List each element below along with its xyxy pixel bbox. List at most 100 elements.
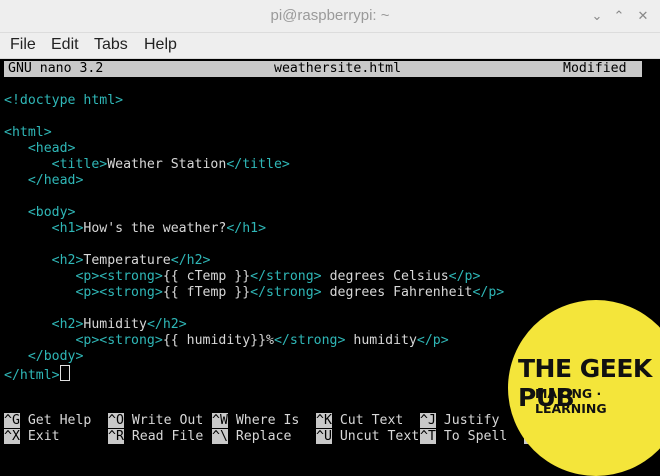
shortcut-key: ^\	[212, 429, 228, 444]
html-tag-token: </h2>	[146, 317, 187, 332]
window-titlebar: pi@raspberrypi: ~ ⌄ ⌃ ✕	[0, 0, 660, 33]
text-token: {{ humidity}}%	[162, 333, 274, 348]
shortcut-key: ^O	[108, 413, 124, 428]
code-line: <head>	[4, 141, 76, 157]
html-tag-token: <p><strong>	[75, 285, 163, 300]
code-line: <p><strong>{{ cTemp }}</strong> degrees …	[4, 269, 480, 285]
html-tag-token: <p><strong>	[75, 269, 163, 284]
text-token: {{ cTemp }}	[162, 269, 251, 284]
html-tag-token: <title>	[51, 157, 108, 172]
text-token: Weather Station	[107, 157, 227, 172]
shortcut-label: Exit	[19, 429, 60, 444]
html-tag-token: </strong>	[250, 285, 322, 300]
code-line: <!doctype html>	[4, 93, 123, 109]
shortcut-item[interactable]: ^U Uncut Text	[316, 429, 419, 445]
html-tag-token: <html>	[4, 125, 52, 140]
shortcut-label: Replace	[227, 429, 292, 444]
shortcut-key: ^J	[420, 413, 436, 428]
menu-bar: File Edit Tabs Help	[0, 33, 660, 59]
code-line: <title>Weather Station</title>	[4, 157, 290, 173]
code-line: </html>	[4, 365, 70, 383]
text-token: degrees Fahrenheit	[321, 285, 473, 300]
nano-modified-status: Modified	[563, 61, 627, 76]
menu-help[interactable]: Help	[144, 36, 177, 54]
shortcut-key: ^U	[316, 429, 332, 444]
html-tag-token: </html>	[4, 368, 60, 383]
html-tag-token: </h2>	[170, 253, 211, 268]
text-token: {{ fTemp }}	[162, 285, 251, 300]
shortcut-key: ^K	[316, 413, 332, 428]
text-token: humidity	[345, 333, 417, 348]
text-token: Temperature	[83, 253, 171, 268]
code-line: <p><strong>{{ humidity}}%</strong> humid…	[4, 333, 449, 349]
shortcut-item[interactable]: ^K Cut Text	[316, 413, 403, 429]
code-line: <h1>How's the weather?</h1>	[4, 221, 266, 237]
shortcut-label: Read File	[123, 429, 204, 444]
html-tag-token: </body>	[27, 349, 84, 364]
shortcut-item[interactable]: ^J Justify	[420, 413, 499, 429]
shortcut-key: ^X	[4, 429, 20, 444]
html-tag-token: </head>	[27, 173, 84, 188]
code-line: </body>	[4, 349, 84, 365]
code-line: <html>	[4, 125, 52, 141]
shortcut-key: ^T	[420, 429, 436, 444]
shortcut-key: ^R	[108, 429, 124, 444]
html-tag-token: <h2>	[51, 317, 84, 332]
html-tag-token: </p>	[472, 285, 505, 300]
code-line: <body>	[4, 205, 76, 221]
minimize-icon[interactable]: ⌄	[590, 9, 604, 23]
shortcut-item[interactable]: ^X Exit	[4, 429, 60, 445]
menu-edit[interactable]: Edit	[51, 36, 79, 54]
shortcut-item[interactable]: ^\ Replace	[212, 429, 291, 445]
shortcut-item[interactable]: ^T To Spell	[420, 429, 507, 445]
html-tag-token: <head>	[27, 141, 76, 156]
window-title: pi@raspberrypi: ~	[270, 7, 390, 24]
shortcut-label: Write Out	[123, 413, 204, 428]
html-tag-token: </h1>	[226, 221, 267, 236]
html-tag-token: </title>	[226, 157, 290, 172]
code-line: <h2>Humidity</h2>	[4, 317, 187, 333]
shortcut-label: Where Is	[227, 413, 300, 428]
shortcut-label: Uncut Text	[331, 429, 420, 444]
shortcut-item[interactable]: ^O Write Out	[108, 413, 203, 429]
text-token: How's the weather?	[83, 221, 227, 236]
close-icon[interactable]: ✕	[636, 9, 650, 23]
code-line: </head>	[4, 173, 84, 189]
logo-tagline: MAKING · LEARNING	[535, 386, 607, 416]
html-tag-token: <body>	[27, 205, 76, 220]
menu-file[interactable]: File	[10, 36, 36, 54]
text-token: degrees Celsius	[321, 269, 449, 284]
nano-version: GNU nano 3.2	[8, 61, 104, 76]
html-tag-token: </strong>	[250, 269, 322, 284]
html-tag-token: </strong>	[273, 333, 346, 348]
html-tag-token: <h2>	[51, 253, 84, 268]
text-cursor	[59, 365, 70, 381]
text-token: Humidity	[83, 317, 147, 332]
menu-tabs[interactable]: Tabs	[94, 36, 128, 54]
shortcut-label: Get Help	[19, 413, 92, 428]
html-tag-token: <!doctype html>	[4, 93, 124, 108]
maximize-icon[interactable]: ⌃	[612, 9, 626, 23]
html-tag-token: </p>	[448, 269, 481, 284]
nano-header-bar: GNU nano 3.2 weathersite.html Modified	[4, 61, 642, 77]
shortcut-item[interactable]: ^G Get Help	[4, 413, 91, 429]
code-line: <p><strong>{{ fTemp }}</strong> degrees …	[4, 285, 504, 301]
shortcut-key: ^G	[4, 413, 20, 428]
shortcut-label: Cut Text	[331, 413, 404, 428]
html-tag-token: <h1>	[51, 221, 84, 236]
code-line: <h2>Temperature</h2>	[4, 253, 211, 269]
shortcut-item[interactable]: ^W Where Is	[212, 413, 299, 429]
html-tag-token: </p>	[416, 333, 449, 348]
shortcut-item[interactable]: ^R Read File	[108, 429, 203, 445]
shortcut-label: To Spell	[435, 429, 508, 444]
